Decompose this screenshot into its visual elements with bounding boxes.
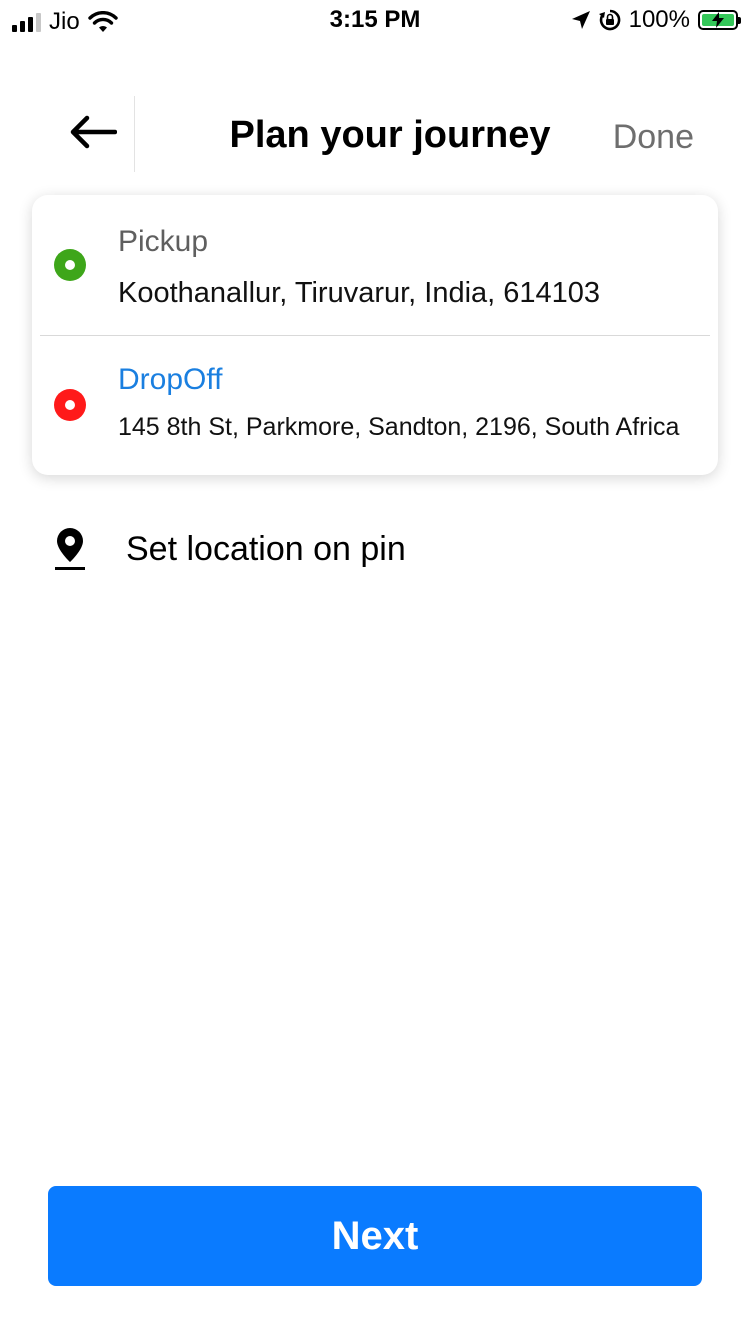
set-location-on-pin-label: Set location on pin	[126, 530, 406, 568]
status-bar-right: 100%	[571, 6, 741, 34]
back-button[interactable]	[62, 106, 124, 158]
battery-percentage: 100%	[628, 6, 690, 33]
back-arrow-icon	[70, 115, 117, 149]
next-button[interactable]: Next	[48, 1186, 702, 1286]
done-button[interactable]: Done	[613, 118, 694, 157]
dropoff-address: 145 8th St, Parkmore, Sandton, 2196, Sou…	[118, 413, 680, 441]
page-title: Plan your journey	[229, 114, 551, 156]
plan-journey-screen: Jio 3:15 PM 100% Plan your journey Done …	[0, 0, 750, 1334]
battery-charging-icon	[698, 10, 741, 30]
dropoff-dot-icon	[54, 389, 86, 421]
location-arrow-icon	[571, 11, 590, 29]
pickup-row[interactable]: Pickup Koothanallur, Tiruvarur, India, 6…	[32, 195, 718, 335]
header-divider	[134, 96, 135, 172]
dropoff-label: DropOff	[118, 363, 223, 396]
set-location-on-pin-option[interactable]: Set location on pin	[0, 510, 750, 590]
map-pin-icon	[55, 528, 85, 570]
orientation-lock-icon	[598, 9, 620, 31]
pickup-label: Pickup	[118, 225, 209, 258]
pickup-dot-icon	[54, 249, 86, 281]
status-bar: Jio 3:15 PM 100%	[0, 0, 750, 40]
pickup-address: Koothanallur, Tiruvarur, India, 614103	[118, 277, 601, 309]
header: Plan your journey Done	[0, 88, 750, 184]
dropoff-row[interactable]: DropOff 145 8th St, Parkmore, Sandton, 2…	[32, 335, 718, 475]
location-card: Pickup Koothanallur, Tiruvarur, India, 6…	[32, 195, 718, 475]
